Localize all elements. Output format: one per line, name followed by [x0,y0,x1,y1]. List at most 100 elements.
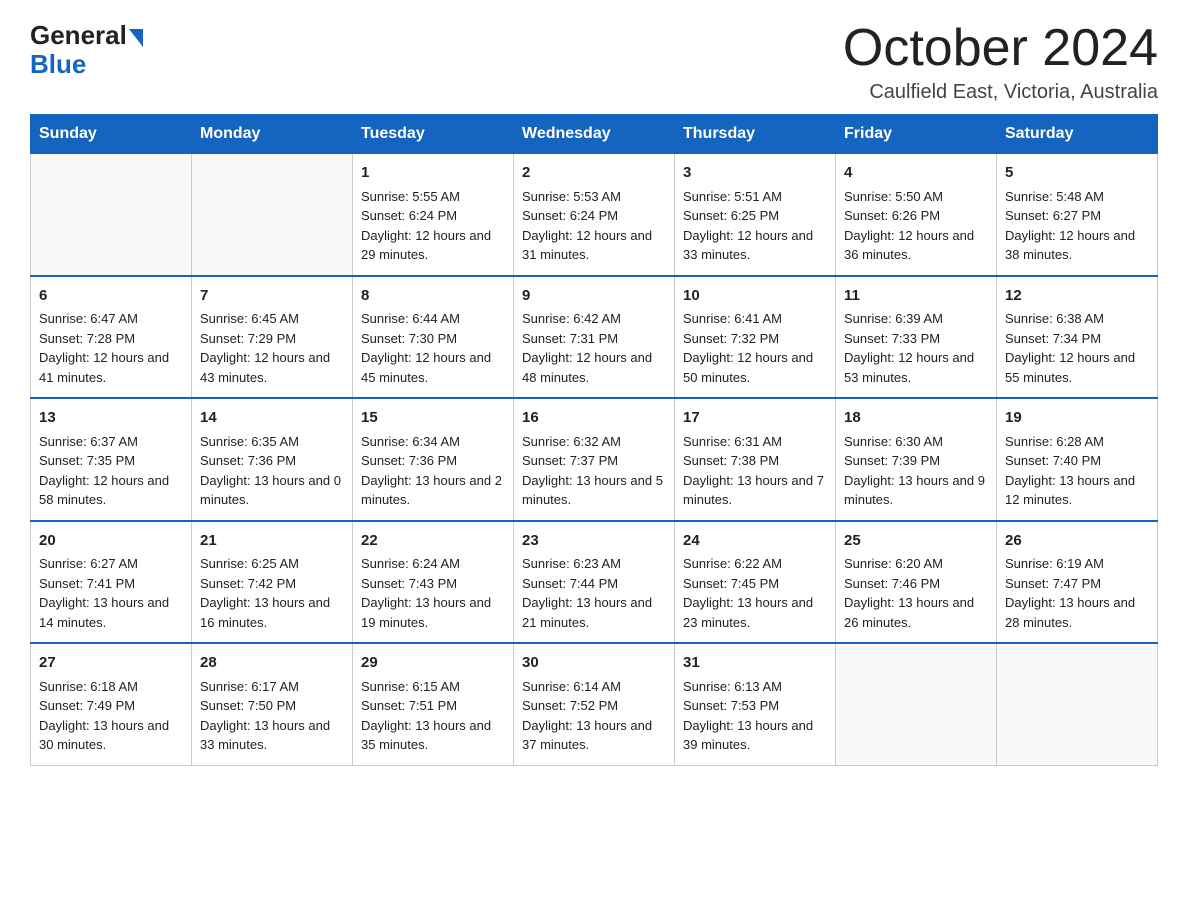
day-info: Sunrise: 6:31 AMSunset: 7:38 PMDaylight:… [683,432,827,510]
calendar-header-row: SundayMondayTuesdayWednesdayThursdayFrid… [31,115,1158,154]
calendar-cell [31,154,192,276]
day-number: 30 [522,652,666,675]
day-info: Sunrise: 6:41 AMSunset: 7:32 PMDaylight:… [683,309,827,387]
calendar-cell: 28Sunrise: 6:17 AMSunset: 7:50 PMDayligh… [192,643,353,765]
logo-triangle-icon [129,29,143,47]
calendar-cell: 26Sunrise: 6:19 AMSunset: 7:47 PMDayligh… [997,521,1158,644]
day-info: Sunrise: 6:24 AMSunset: 7:43 PMDaylight:… [361,554,505,632]
calendar-cell: 14Sunrise: 6:35 AMSunset: 7:36 PMDayligh… [192,398,353,521]
day-number: 25 [844,530,988,553]
day-info: Sunrise: 6:27 AMSunset: 7:41 PMDaylight:… [39,554,183,632]
calendar-cell: 8Sunrise: 6:44 AMSunset: 7:30 PMDaylight… [353,276,514,399]
calendar-cell: 24Sunrise: 6:22 AMSunset: 7:45 PMDayligh… [675,521,836,644]
day-number: 29 [361,652,505,675]
calendar-cell: 12Sunrise: 6:38 AMSunset: 7:34 PMDayligh… [997,276,1158,399]
month-title: October 2024 [843,20,1158,77]
logo-general-text: General [30,20,127,51]
calendar-week-row: 20Sunrise: 6:27 AMSunset: 7:41 PMDayligh… [31,521,1158,644]
day-number: 31 [683,652,827,675]
day-number: 16 [522,407,666,430]
calendar-cell: 23Sunrise: 6:23 AMSunset: 7:44 PMDayligh… [514,521,675,644]
calendar-cell: 15Sunrise: 6:34 AMSunset: 7:36 PMDayligh… [353,398,514,521]
day-info: Sunrise: 6:23 AMSunset: 7:44 PMDaylight:… [522,554,666,632]
calendar-cell: 31Sunrise: 6:13 AMSunset: 7:53 PMDayligh… [675,643,836,765]
calendar-cell: 10Sunrise: 6:41 AMSunset: 7:32 PMDayligh… [675,276,836,399]
day-number: 14 [200,407,344,430]
calendar-header-saturday: Saturday [997,115,1158,154]
day-number: 7 [200,285,344,308]
day-number: 26 [1005,530,1149,553]
day-number: 27 [39,652,183,675]
calendar-header-wednesday: Wednesday [514,115,675,154]
day-number: 24 [683,530,827,553]
calendar-cell: 19Sunrise: 6:28 AMSunset: 7:40 PMDayligh… [997,398,1158,521]
day-info: Sunrise: 6:44 AMSunset: 7:30 PMDaylight:… [361,309,505,387]
day-number: 19 [1005,407,1149,430]
day-number: 15 [361,407,505,430]
calendar-header-monday: Monday [192,115,353,154]
calendar-cell: 6Sunrise: 6:47 AMSunset: 7:28 PMDaylight… [31,276,192,399]
day-info: Sunrise: 6:39 AMSunset: 7:33 PMDaylight:… [844,309,988,387]
calendar-cell [836,643,997,765]
calendar-header-tuesday: Tuesday [353,115,514,154]
day-number: 11 [844,285,988,308]
calendar-cell: 25Sunrise: 6:20 AMSunset: 7:46 PMDayligh… [836,521,997,644]
location-title: Caulfield East, Victoria, Australia [843,81,1158,104]
day-number: 2 [522,162,666,185]
day-info: Sunrise: 6:20 AMSunset: 7:46 PMDaylight:… [844,554,988,632]
calendar-cell: 22Sunrise: 6:24 AMSunset: 7:43 PMDayligh… [353,521,514,644]
day-number: 21 [200,530,344,553]
calendar-table: SundayMondayTuesdayWednesdayThursdayFrid… [30,114,1158,766]
day-number: 13 [39,407,183,430]
calendar-cell: 5Sunrise: 5:48 AMSunset: 6:27 PMDaylight… [997,154,1158,276]
day-info: Sunrise: 6:18 AMSunset: 7:49 PMDaylight:… [39,677,183,755]
calendar-cell: 11Sunrise: 6:39 AMSunset: 7:33 PMDayligh… [836,276,997,399]
calendar-cell: 13Sunrise: 6:37 AMSunset: 7:35 PMDayligh… [31,398,192,521]
day-info: Sunrise: 6:34 AMSunset: 7:36 PMDaylight:… [361,432,505,510]
calendar-cell: 17Sunrise: 6:31 AMSunset: 7:38 PMDayligh… [675,398,836,521]
day-number: 3 [683,162,827,185]
day-number: 12 [1005,285,1149,308]
calendar-header-thursday: Thursday [675,115,836,154]
calendar-cell: 1Sunrise: 5:55 AMSunset: 6:24 PMDaylight… [353,154,514,276]
logo-blue-text: Blue [30,51,86,77]
day-number: 5 [1005,162,1149,185]
day-info: Sunrise: 6:14 AMSunset: 7:52 PMDaylight:… [522,677,666,755]
day-info: Sunrise: 5:55 AMSunset: 6:24 PMDaylight:… [361,187,505,265]
calendar-cell: 4Sunrise: 5:50 AMSunset: 6:26 PMDaylight… [836,154,997,276]
calendar-cell: 9Sunrise: 6:42 AMSunset: 7:31 PMDaylight… [514,276,675,399]
day-info: Sunrise: 6:37 AMSunset: 7:35 PMDaylight:… [39,432,183,510]
day-info: Sunrise: 6:28 AMSunset: 7:40 PMDaylight:… [1005,432,1149,510]
logo: General Blue [30,20,143,77]
day-info: Sunrise: 5:51 AMSunset: 6:25 PMDaylight:… [683,187,827,265]
calendar-cell: 16Sunrise: 6:32 AMSunset: 7:37 PMDayligh… [514,398,675,521]
day-number: 22 [361,530,505,553]
day-number: 20 [39,530,183,553]
day-info: Sunrise: 6:32 AMSunset: 7:37 PMDaylight:… [522,432,666,510]
day-info: Sunrise: 6:30 AMSunset: 7:39 PMDaylight:… [844,432,988,510]
day-number: 9 [522,285,666,308]
calendar-cell: 7Sunrise: 6:45 AMSunset: 7:29 PMDaylight… [192,276,353,399]
calendar-cell: 30Sunrise: 6:14 AMSunset: 7:52 PMDayligh… [514,643,675,765]
calendar-cell: 29Sunrise: 6:15 AMSunset: 7:51 PMDayligh… [353,643,514,765]
day-info: Sunrise: 6:25 AMSunset: 7:42 PMDaylight:… [200,554,344,632]
title-block: October 2024 Caulfield East, Victoria, A… [843,20,1158,104]
day-number: 17 [683,407,827,430]
day-number: 8 [361,285,505,308]
calendar-cell [192,154,353,276]
day-number: 6 [39,285,183,308]
day-number: 10 [683,285,827,308]
day-info: Sunrise: 6:38 AMSunset: 7:34 PMDaylight:… [1005,309,1149,387]
calendar-week-row: 27Sunrise: 6:18 AMSunset: 7:49 PMDayligh… [31,643,1158,765]
day-info: Sunrise: 6:15 AMSunset: 7:51 PMDaylight:… [361,677,505,755]
day-info: Sunrise: 6:19 AMSunset: 7:47 PMDaylight:… [1005,554,1149,632]
calendar-cell: 27Sunrise: 6:18 AMSunset: 7:49 PMDayligh… [31,643,192,765]
calendar-week-row: 6Sunrise: 6:47 AMSunset: 7:28 PMDaylight… [31,276,1158,399]
calendar-week-row: 1Sunrise: 5:55 AMSunset: 6:24 PMDaylight… [31,154,1158,276]
calendar-cell: 20Sunrise: 6:27 AMSunset: 7:41 PMDayligh… [31,521,192,644]
page-header: General Blue October 2024 Caulfield East… [30,20,1158,104]
day-info: Sunrise: 5:50 AMSunset: 6:26 PMDaylight:… [844,187,988,265]
day-info: Sunrise: 5:53 AMSunset: 6:24 PMDaylight:… [522,187,666,265]
day-number: 4 [844,162,988,185]
day-info: Sunrise: 5:48 AMSunset: 6:27 PMDaylight:… [1005,187,1149,265]
